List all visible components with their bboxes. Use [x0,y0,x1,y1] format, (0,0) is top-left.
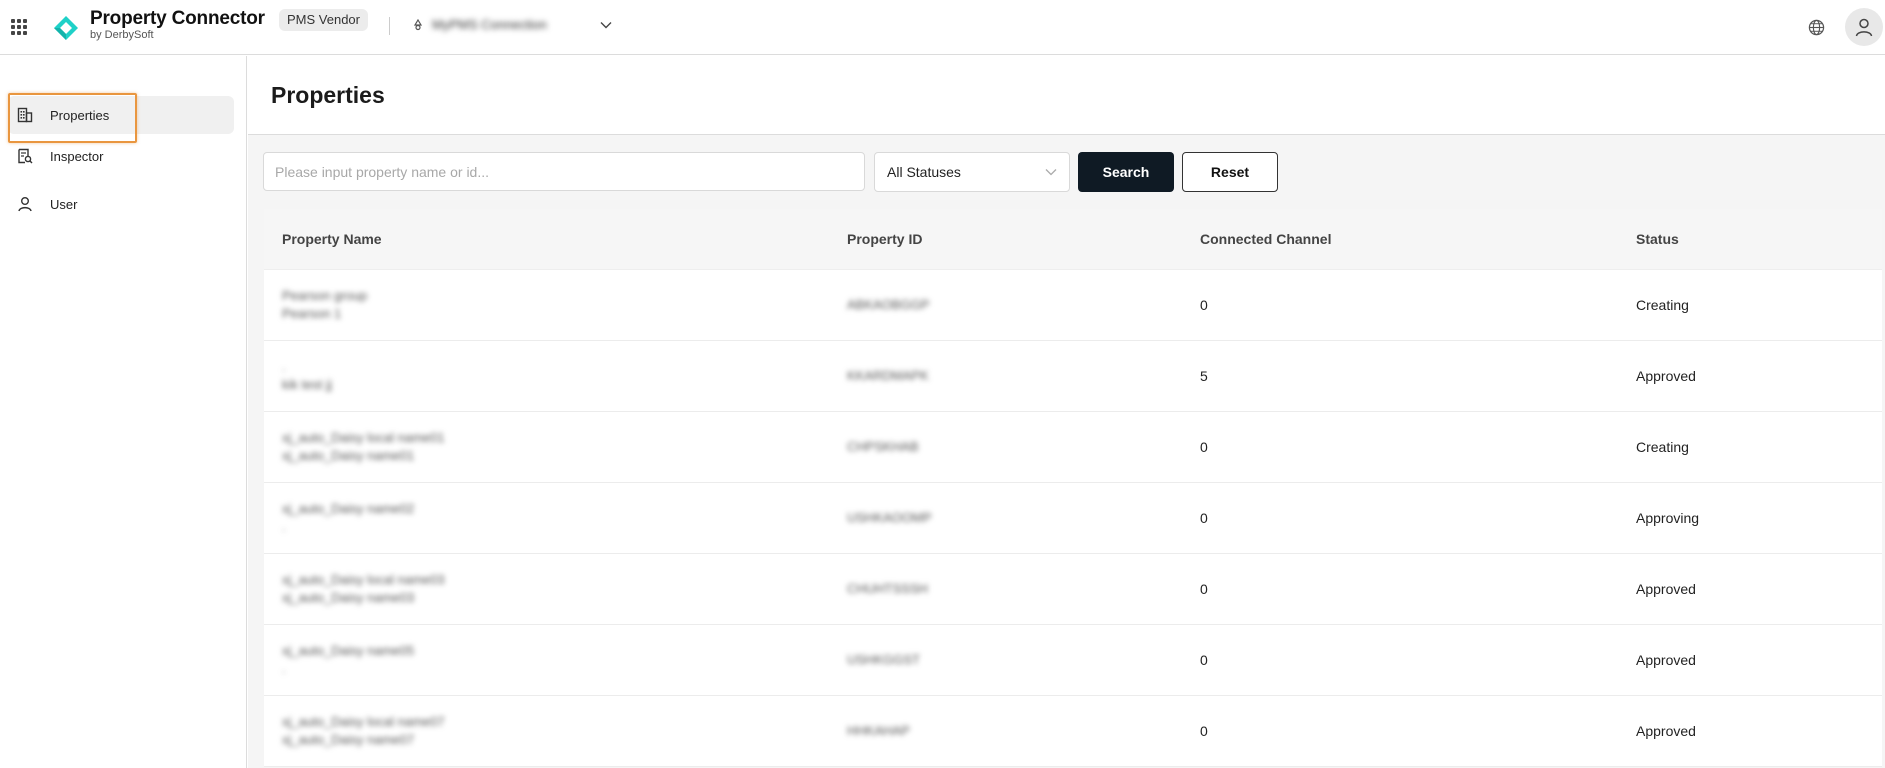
property-name-line: xj_auto_Daisy name05 [282,643,415,658]
property-id-cell: USHKAOOMP [847,510,932,525]
top-header: Property Connector by DerbySoft PMS Vend… [0,0,1885,55]
table-row[interactable]: xj_auto_Daisy local name03 xj_auto_Daisy… [264,554,1882,625]
property-name-line: . [282,359,286,374]
column-header-property-name[interactable]: Property Name [282,231,382,247]
status-cell: Creating [1636,297,1689,313]
status-cell: Approved [1636,581,1696,597]
properties-table: Property Name Property ID Connected Chan… [264,209,1882,767]
property-name-line: . [282,519,286,534]
connected-channel-cell: 0 [1200,439,1208,455]
table-header: Property Name Property ID Connected Chan… [264,209,1882,270]
property-name-line: kik test jj [282,377,332,392]
connected-channel-cell: 0 [1200,652,1208,668]
avatar[interactable] [1845,8,1883,46]
property-name-line: xj_auto_Daisy local name01 [282,430,445,445]
connected-channel-cell: 0 [1200,581,1208,597]
property-name-line: xj_auto_Daisy name03 [282,590,415,605]
table-row[interactable]: xj_auto_Daisy name05 . USHKGGST 0 Approv… [264,625,1882,696]
reset-button[interactable]: Reset [1182,152,1278,192]
property-id-cell: CHPSKHAB [847,439,919,454]
recycle-icon [413,18,423,30]
status-filter-select[interactable]: All Statuses [874,152,1070,192]
apps-grid-icon[interactable] [11,19,27,35]
property-name-line: . [282,661,286,676]
table-row[interactable]: xj_auto_Daisy name02 . USHKAOOMP 0 Appro… [264,483,1882,554]
building-icon [17,107,33,123]
property-name-cell: xj_auto_Daisy name02 . [282,500,414,536]
property-name-cell: xj_auto_Daisy local name01 xj_auto_Daisy… [282,429,445,465]
property-id-cell: ABKAOBGGP [847,297,930,312]
property-name-cell: xj_auto_Daisy name05 . [282,642,414,678]
sidebar: Properties Inspector User [0,56,247,768]
column-header-status[interactable]: Status [1636,231,1679,247]
property-name-cell: xj_auto_Daisy local name03 xj_auto_Daisy… [282,571,445,607]
connected-channel-cell: 0 [1200,723,1208,739]
status-cell: Approved [1636,723,1696,739]
main-content: Properties All Statuses Search Reset Pro… [248,56,1885,768]
page-header: Properties [248,56,1885,135]
property-name-line: xj_auto_Daisy name01 [282,448,415,463]
property-name-line: xj_auto_Daisy name07 [282,732,415,747]
status-cell: Approved [1636,652,1696,668]
header-divider [389,17,390,35]
brand-name: Property Connector [90,8,265,29]
property-name-line: xj_auto_Daisy local name07 [282,714,445,729]
property-id-cell: CHUHTSSSH [847,581,928,596]
status-filter-value: All Statuses [887,164,961,180]
status-cell: Approved [1636,368,1696,384]
property-name-cell: Pearson group Pearson 1 [282,287,367,323]
sidebar-item-properties[interactable]: Properties [8,93,234,143]
property-name-cell: . kik test jj [282,358,332,394]
document-search-icon [18,148,33,164]
chevron-down-icon [600,21,612,28]
sidebar-item-label: Properties [50,107,110,123]
connected-channel-cell: 0 [1200,510,1208,526]
organization-switcher[interactable]: MyPMS Connection [412,17,612,32]
property-name-line: xj_auto_Daisy local name03 [282,572,445,587]
status-cell: Creating [1636,439,1689,455]
search-button[interactable]: Search [1078,152,1174,192]
organization-name: MyPMS Connection [432,17,547,32]
globe-icon[interactable] [1808,19,1825,36]
connected-channel-cell: 0 [1200,297,1208,313]
brand-byline: by DerbySoft [90,29,154,41]
sidebar-item-user[interactable]: User [8,185,234,223]
property-name-line: xj_auto_Daisy name02 [282,501,415,516]
column-header-property-id[interactable]: Property ID [847,231,922,247]
table-row[interactable]: . kik test jj KKARDMAPK 5 Approved [264,341,1882,412]
property-connector-logo-icon [54,16,78,40]
brand: Property Connector by DerbySoft [90,8,265,41]
property-id-cell: KKARDMAPK [847,368,929,383]
property-id-cell: USHKGGST [847,652,920,667]
chevron-down-icon [1045,169,1057,176]
property-name-line: Pearson 1 [282,306,342,321]
search-input[interactable] [263,152,865,191]
sidebar-item-label: User [50,196,78,212]
column-header-connected-channel[interactable]: Connected Channel [1200,231,1331,247]
property-name-cell: xj_auto_Daisy local name07 xj_auto_Daisy… [282,713,445,749]
sidebar-item-inspector[interactable]: Inspector [8,137,234,175]
user-icon [18,197,32,212]
sidebar-item-label: Inspector [50,148,104,164]
page-title: Properties [271,82,385,108]
table-row[interactable]: xj_auto_Daisy local name07 xj_auto_Daisy… [264,696,1882,767]
user-icon [1855,18,1873,37]
vendor-badge: PMS Vendor [279,9,368,31]
property-id-cell: HHKAHAP [847,723,910,738]
table-row[interactable]: xj_auto_Daisy local name01 xj_auto_Daisy… [264,412,1882,483]
property-name-line: Pearson group [282,288,368,303]
table-row[interactable]: Pearson group Pearson 1 ABKAOBGGP 0 Crea… [264,270,1882,341]
connected-channel-cell: 5 [1200,368,1208,384]
status-cell: Approving [1636,510,1700,526]
